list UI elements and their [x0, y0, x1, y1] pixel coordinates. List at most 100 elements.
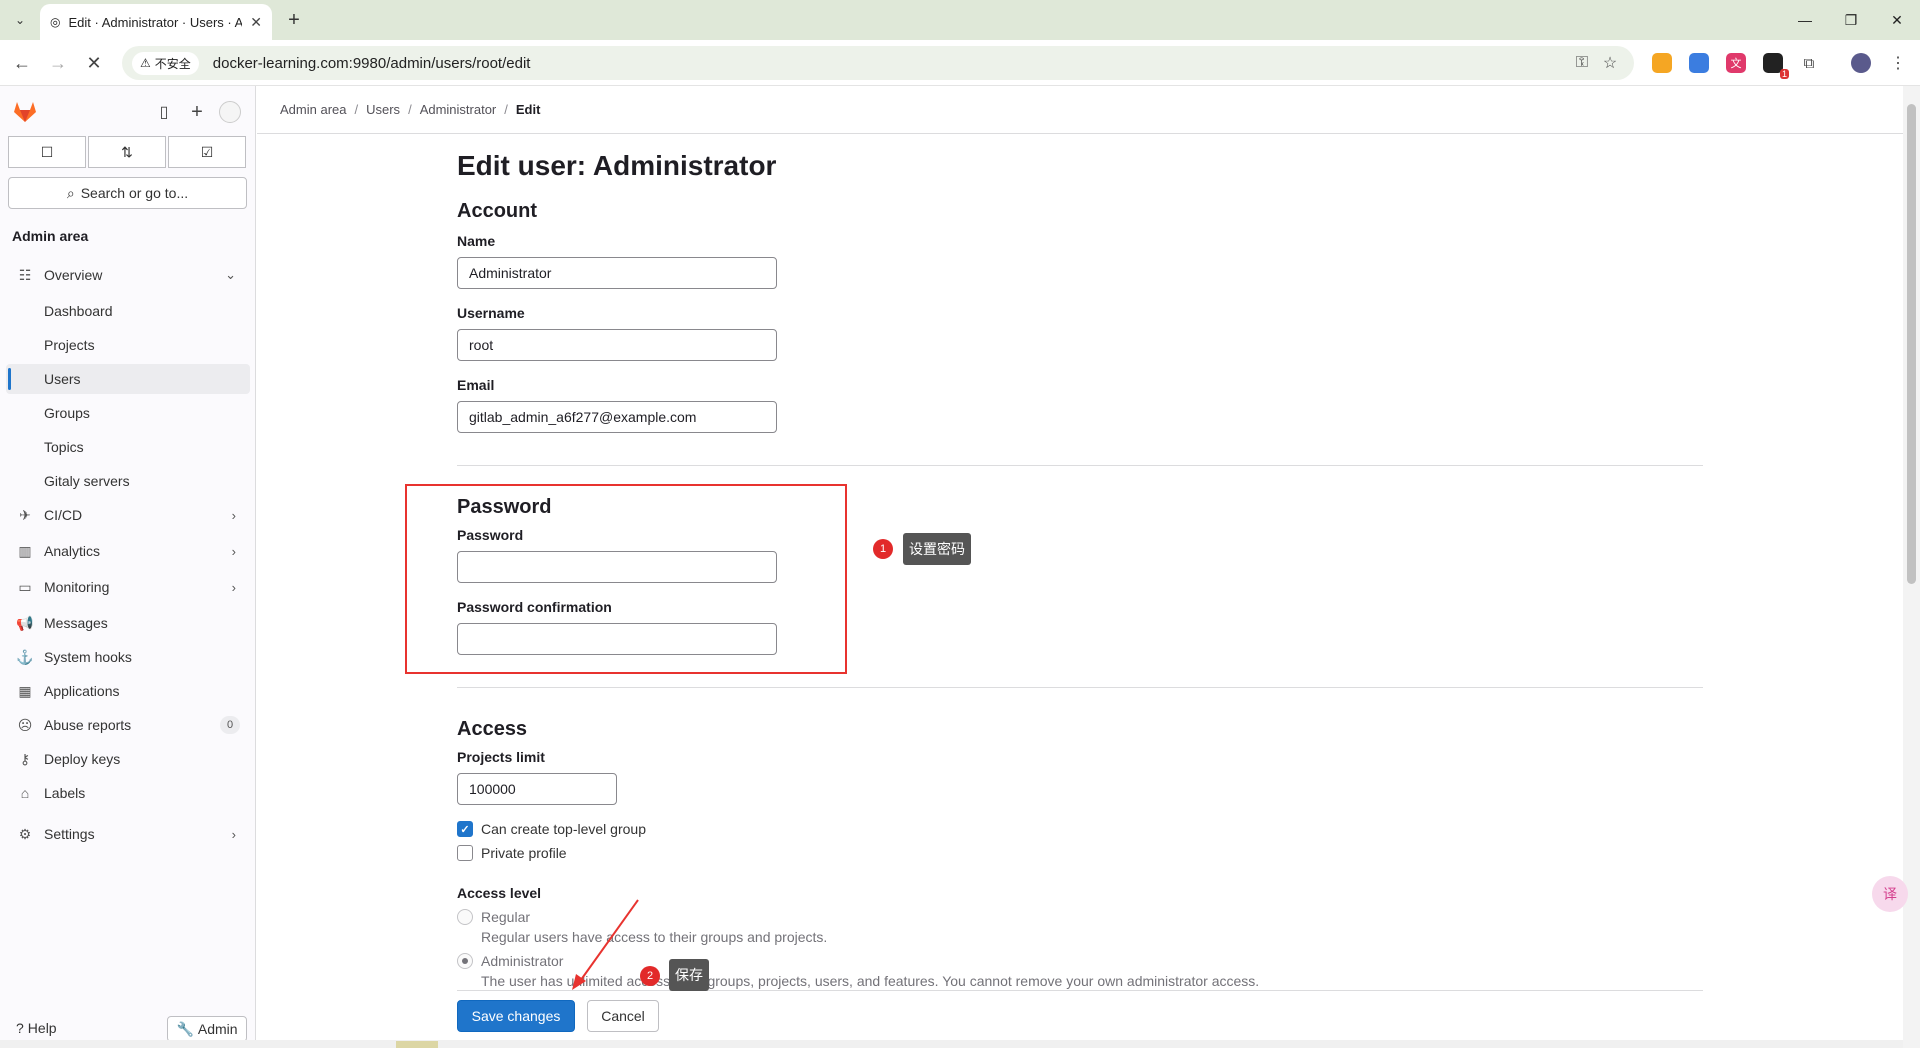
cancel-button[interactable]: Cancel [587, 1000, 659, 1032]
gear-icon: ⚙ [18, 825, 32, 842]
browser-menu-icon[interactable]: ⋮ [1888, 53, 1908, 73]
private-profile-checkbox[interactable] [457, 845, 473, 861]
forward-icon[interactable]: → [46, 51, 70, 75]
search-button[interactable]: ⌕ Search or go to... [8, 177, 247, 209]
face-icon: ☹ [17, 716, 33, 733]
sidebar-item-label: Analytics [44, 543, 101, 559]
private-profile-checkbox-row[interactable]: Private profile [457, 845, 567, 861]
access-level-admin-row[interactable]: Administrator [457, 953, 563, 969]
merge-requests-icon[interactable]: ⇅ [88, 136, 166, 168]
chevron-right-icon: › [231, 507, 236, 523]
help-label: Help [27, 1020, 57, 1036]
todo-icon[interactable]: ☑ [168, 136, 246, 168]
sidebar-item-labels[interactable]: ⌂ Labels [6, 778, 250, 808]
chevron-down-icon: ⌄ [225, 267, 236, 282]
step-1-marker: 1 [873, 539, 893, 559]
sidebar-item-settings[interactable]: ⚙ Settings › [6, 819, 250, 849]
chevron-right-icon: › [231, 826, 236, 842]
close-window-icon[interactable]: ✕ [1874, 0, 1920, 40]
regular-radio[interactable] [457, 909, 473, 925]
toggle-sidebar-icon[interactable]: ▯ [152, 100, 176, 124]
help-button[interactable]: ? Help [16, 1020, 57, 1036]
profile-avatar-icon[interactable] [1851, 53, 1871, 73]
issues-icon[interactable]: ☐ [8, 136, 86, 168]
sidebar-item-abuse-reports[interactable]: ☹ Abuse reports 0 [6, 710, 250, 740]
gitlab-favicon-icon: ◎ [50, 15, 61, 29]
page-title: Edit user: Administrator [457, 150, 777, 181]
admin-button[interactable]: 🔧 Admin [167, 1016, 247, 1042]
restore-icon[interactable]: ❐ [1828, 0, 1874, 40]
sidebar-item-analytics[interactable]: ▥ Analytics › [6, 536, 250, 566]
sidebar-item-projects[interactable]: Projects [6, 330, 250, 360]
chevron-right-icon: › [231, 579, 236, 595]
annotation-arrow-icon [572, 899, 639, 990]
translate-floating-button[interactable]: 译 [1872, 876, 1908, 912]
sidebar-item-overview[interactable]: ☷ Overview ⌄ [6, 260, 250, 290]
name-input[interactable] [457, 257, 777, 289]
sidebar-item-topics[interactable]: Topics [6, 432, 250, 462]
user-avatar[interactable] [219, 101, 241, 123]
sidebar-item-deploy-keys[interactable]: ⚷ Deploy keys [6, 744, 250, 774]
administrator-radio[interactable] [457, 953, 473, 969]
tab-search-chevron-icon[interactable]: ⌄ [8, 8, 32, 32]
extension-badge-icon[interactable]: 1 [1763, 53, 1789, 79]
extension-translate-icon[interactable]: 文 [1726, 53, 1746, 73]
section-divider [457, 687, 1703, 688]
create-new-icon[interactable]: + [185, 100, 209, 124]
email-input[interactable] [457, 401, 777, 433]
extensions-puzzle-icon[interactable]: ⧉ [1799, 53, 1819, 73]
horizontal-scrollbar[interactable] [0, 1040, 1903, 1048]
can-create-group-label: Can create top-level group [481, 821, 646, 837]
access-heading: Access [457, 718, 528, 740]
username-input[interactable] [457, 329, 777, 361]
minimize-icon[interactable]: — [1782, 0, 1828, 40]
megaphone-icon: 📢 [16, 614, 34, 631]
sidebar-item-system-hooks[interactable]: ⚓ System hooks [6, 642, 250, 672]
sidebar-item-label: Applications [44, 683, 120, 699]
password-key-icon[interactable]: ⚿ [1568, 54, 1596, 72]
tab-title: Edit · Administrator · Users · A [68, 14, 243, 30]
security-indicator[interactable]: ⚠ 不安全 [132, 51, 199, 75]
can-create-group-checkbox[interactable]: ✓ [457, 821, 473, 837]
access-level-regular-row[interactable]: Regular [457, 909, 530, 925]
url-text[interactable]: docker-learning.com:9980/admin/users/roo… [213, 55, 1568, 72]
close-tab-icon[interactable]: ✕ [250, 14, 262, 31]
extension-orange-icon[interactable] [1652, 53, 1672, 73]
sidebar-item-label: Deploy keys [44, 751, 121, 767]
sidebar-item-gitaly-servers[interactable]: Gitaly servers [6, 466, 250, 496]
back-icon[interactable]: ← [10, 51, 34, 75]
sidebar-item-groups[interactable]: Groups [6, 398, 250, 428]
breadcrumb-admin-area[interactable]: Admin area [280, 102, 346, 117]
overview-icon: ☷ [18, 266, 32, 283]
sidebar-item-monitoring[interactable]: ▭ Monitoring › [6, 572, 250, 602]
monitor-icon: ▭ [18, 578, 32, 595]
new-tab-icon[interactable]: + [282, 8, 306, 32]
browser-tab-bar: ⌄ ◎ Edit · Administrator · Users · A ✕ +… [0, 0, 1920, 40]
sidebar-item-dashboard[interactable]: Dashboard [6, 296, 250, 326]
browser-toolbar: ← → ✕ ⚠ 不安全 docker-learning.com:9980/adm… [0, 40, 1920, 86]
sidebar-item-cicd[interactable]: ✈ CI/CD › [6, 500, 250, 530]
horizontal-scrollbar-thumb[interactable] [396, 1041, 438, 1048]
sidebar-item-applications[interactable]: ▦ Applications [6, 676, 250, 706]
browser-tab[interactable]: ◎ Edit · Administrator · Users · A ✕ [40, 4, 272, 40]
sidebar-item-label: Messages [44, 615, 108, 631]
email-label: Email [457, 377, 495, 393]
vertical-scrollbar-thumb[interactable] [1907, 104, 1916, 584]
abuse-count-badge: 0 [220, 716, 240, 734]
extension-shield-icon[interactable] [1689, 53, 1709, 73]
sidebar-item-label: Overview [44, 267, 103, 283]
bookmark-star-icon[interactable]: ☆ [1596, 53, 1624, 73]
breadcrumb-administrator[interactable]: Administrator [420, 102, 497, 117]
sidebar-item-users[interactable]: Users [6, 364, 250, 394]
search-label: Search or go to... [80, 185, 189, 201]
password-highlight-box [405, 484, 847, 674]
save-changes-button[interactable]: Save changes [457, 1000, 575, 1032]
breadcrumb: Admin area / Users / Administrator / Edi… [257, 86, 1903, 134]
can-create-group-checkbox-row[interactable]: ✓ Can create top-level group [457, 821, 646, 837]
sidebar-item-messages[interactable]: 📢 Messages [6, 608, 250, 638]
gitlab-logo-icon[interactable] [12, 98, 38, 124]
projects-limit-input[interactable] [457, 773, 617, 805]
stop-loading-icon[interactable]: ✕ [82, 51, 106, 75]
breadcrumb-users[interactable]: Users [366, 102, 400, 117]
address-bar[interactable]: ⚠ 不安全 docker-learning.com:9980/admin/use… [122, 46, 1634, 80]
